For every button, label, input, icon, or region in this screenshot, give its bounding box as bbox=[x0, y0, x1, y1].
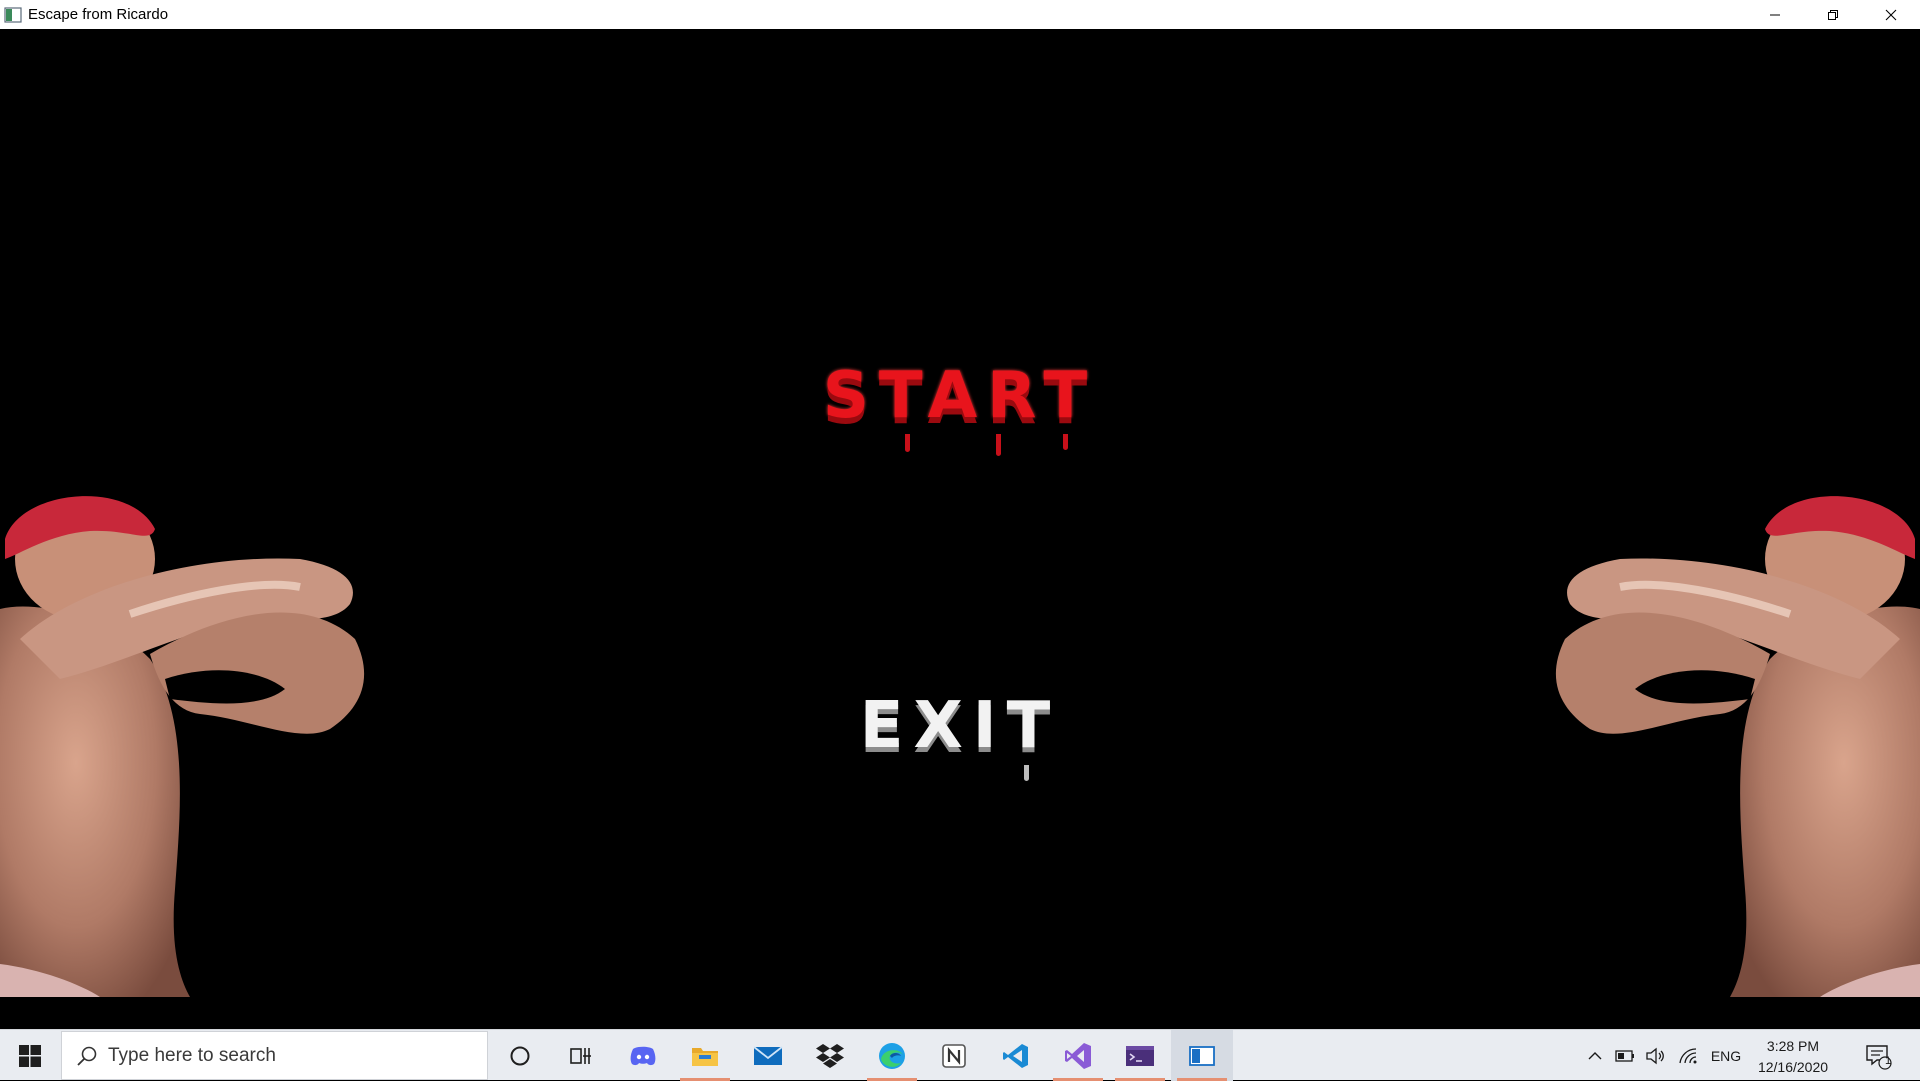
taskbar-app-visual-studio[interactable] bbox=[1047, 1030, 1109, 1081]
task-view-button[interactable] bbox=[550, 1030, 612, 1081]
taskbar-clock[interactable]: 3:28 PM 12/16/2020 bbox=[1748, 1036, 1838, 1078]
notion-icon bbox=[942, 1043, 966, 1068]
taskbar: ENG 3:28 PM 12/16/2020 1 bbox=[0, 1029, 1920, 1081]
blood-drip bbox=[1063, 434, 1068, 450]
window-titlebar[interactable]: Escape from Ricardo bbox=[0, 0, 1920, 29]
network-button[interactable] bbox=[1672, 1030, 1704, 1081]
action-center-button[interactable]: 1 bbox=[1852, 1030, 1904, 1081]
window-title: Escape from Ricardo bbox=[28, 6, 169, 23]
taskbar-app-dropbox[interactable] bbox=[799, 1030, 861, 1081]
system-tray: ENG 3:28 PM 12/16/2020 1 bbox=[1580, 1030, 1920, 1081]
taskbar-app-file-explorer[interactable] bbox=[674, 1030, 736, 1081]
window-controls bbox=[1746, 0, 1920, 29]
restore-button[interactable] bbox=[1804, 0, 1862, 29]
taskbar-app-notion[interactable] bbox=[923, 1030, 985, 1081]
edge-browser-icon bbox=[879, 1042, 905, 1069]
battery-button[interactable] bbox=[1610, 1030, 1640, 1081]
taskbar-app-terminal[interactable] bbox=[1109, 1030, 1171, 1081]
visual-studio-icon bbox=[1065, 1042, 1091, 1069]
taskbar-search-box[interactable] bbox=[61, 1031, 488, 1080]
wifi-icon bbox=[1679, 1047, 1697, 1063]
start-button[interactable]: START bbox=[0, 359, 1920, 433]
minimize-icon bbox=[1770, 14, 1780, 15]
game-canvas[interactable]: START EXIT bbox=[0, 29, 1920, 1029]
speaker-icon bbox=[1646, 1047, 1664, 1064]
volume-button[interactable] bbox=[1640, 1030, 1670, 1081]
restore-icon bbox=[1828, 9, 1838, 20]
blood-drip bbox=[905, 434, 910, 452]
taskbar-app-vscode[interactable] bbox=[985, 1030, 1047, 1081]
taskbar-app-mail[interactable] bbox=[737, 1030, 799, 1081]
discord-icon bbox=[630, 1046, 656, 1065]
blood-drip bbox=[996, 434, 1001, 456]
app-window-icon bbox=[1189, 1045, 1215, 1066]
close-button[interactable] bbox=[1862, 0, 1920, 29]
clock-date: 12/16/2020 bbox=[1757, 1059, 1829, 1075]
battery-icon bbox=[1615, 1049, 1634, 1062]
taskbar-app-discord[interactable] bbox=[612, 1030, 674, 1081]
vscode-icon bbox=[1003, 1043, 1028, 1068]
terminal-icon bbox=[1126, 1045, 1154, 1066]
cortana-button[interactable] bbox=[489, 1030, 551, 1081]
exit-button[interactable]: EXIT bbox=[0, 689, 1920, 763]
mail-icon bbox=[753, 1045, 783, 1065]
dropbox-icon bbox=[816, 1043, 844, 1068]
taskbar-app-game-window[interactable] bbox=[1171, 1030, 1233, 1081]
chevron-up-icon bbox=[1588, 1051, 1602, 1059]
minimize-button[interactable] bbox=[1746, 0, 1804, 29]
folder-icon bbox=[692, 1047, 718, 1066]
clock-time: 3:28 PM bbox=[1766, 1038, 1820, 1054]
paint-drip bbox=[1024, 765, 1029, 781]
windows-logo-icon bbox=[19, 1044, 41, 1067]
show-hidden-icons-button[interactable] bbox=[1580, 1030, 1610, 1081]
taskbar-app-edge[interactable] bbox=[861, 1030, 923, 1081]
close-icon bbox=[1885, 9, 1897, 20]
app-window-icon bbox=[4, 6, 22, 23]
notification-count-badge: 1 bbox=[1884, 1055, 1892, 1067]
cortana-icon bbox=[510, 1046, 530, 1065]
task-view-icon bbox=[570, 1047, 591, 1064]
windows-start-button[interactable] bbox=[0, 1030, 60, 1081]
search-input[interactable] bbox=[108, 1044, 468, 1067]
input-language-indicator[interactable]: ENG bbox=[1706, 1030, 1746, 1081]
search-icon bbox=[76, 1045, 98, 1067]
